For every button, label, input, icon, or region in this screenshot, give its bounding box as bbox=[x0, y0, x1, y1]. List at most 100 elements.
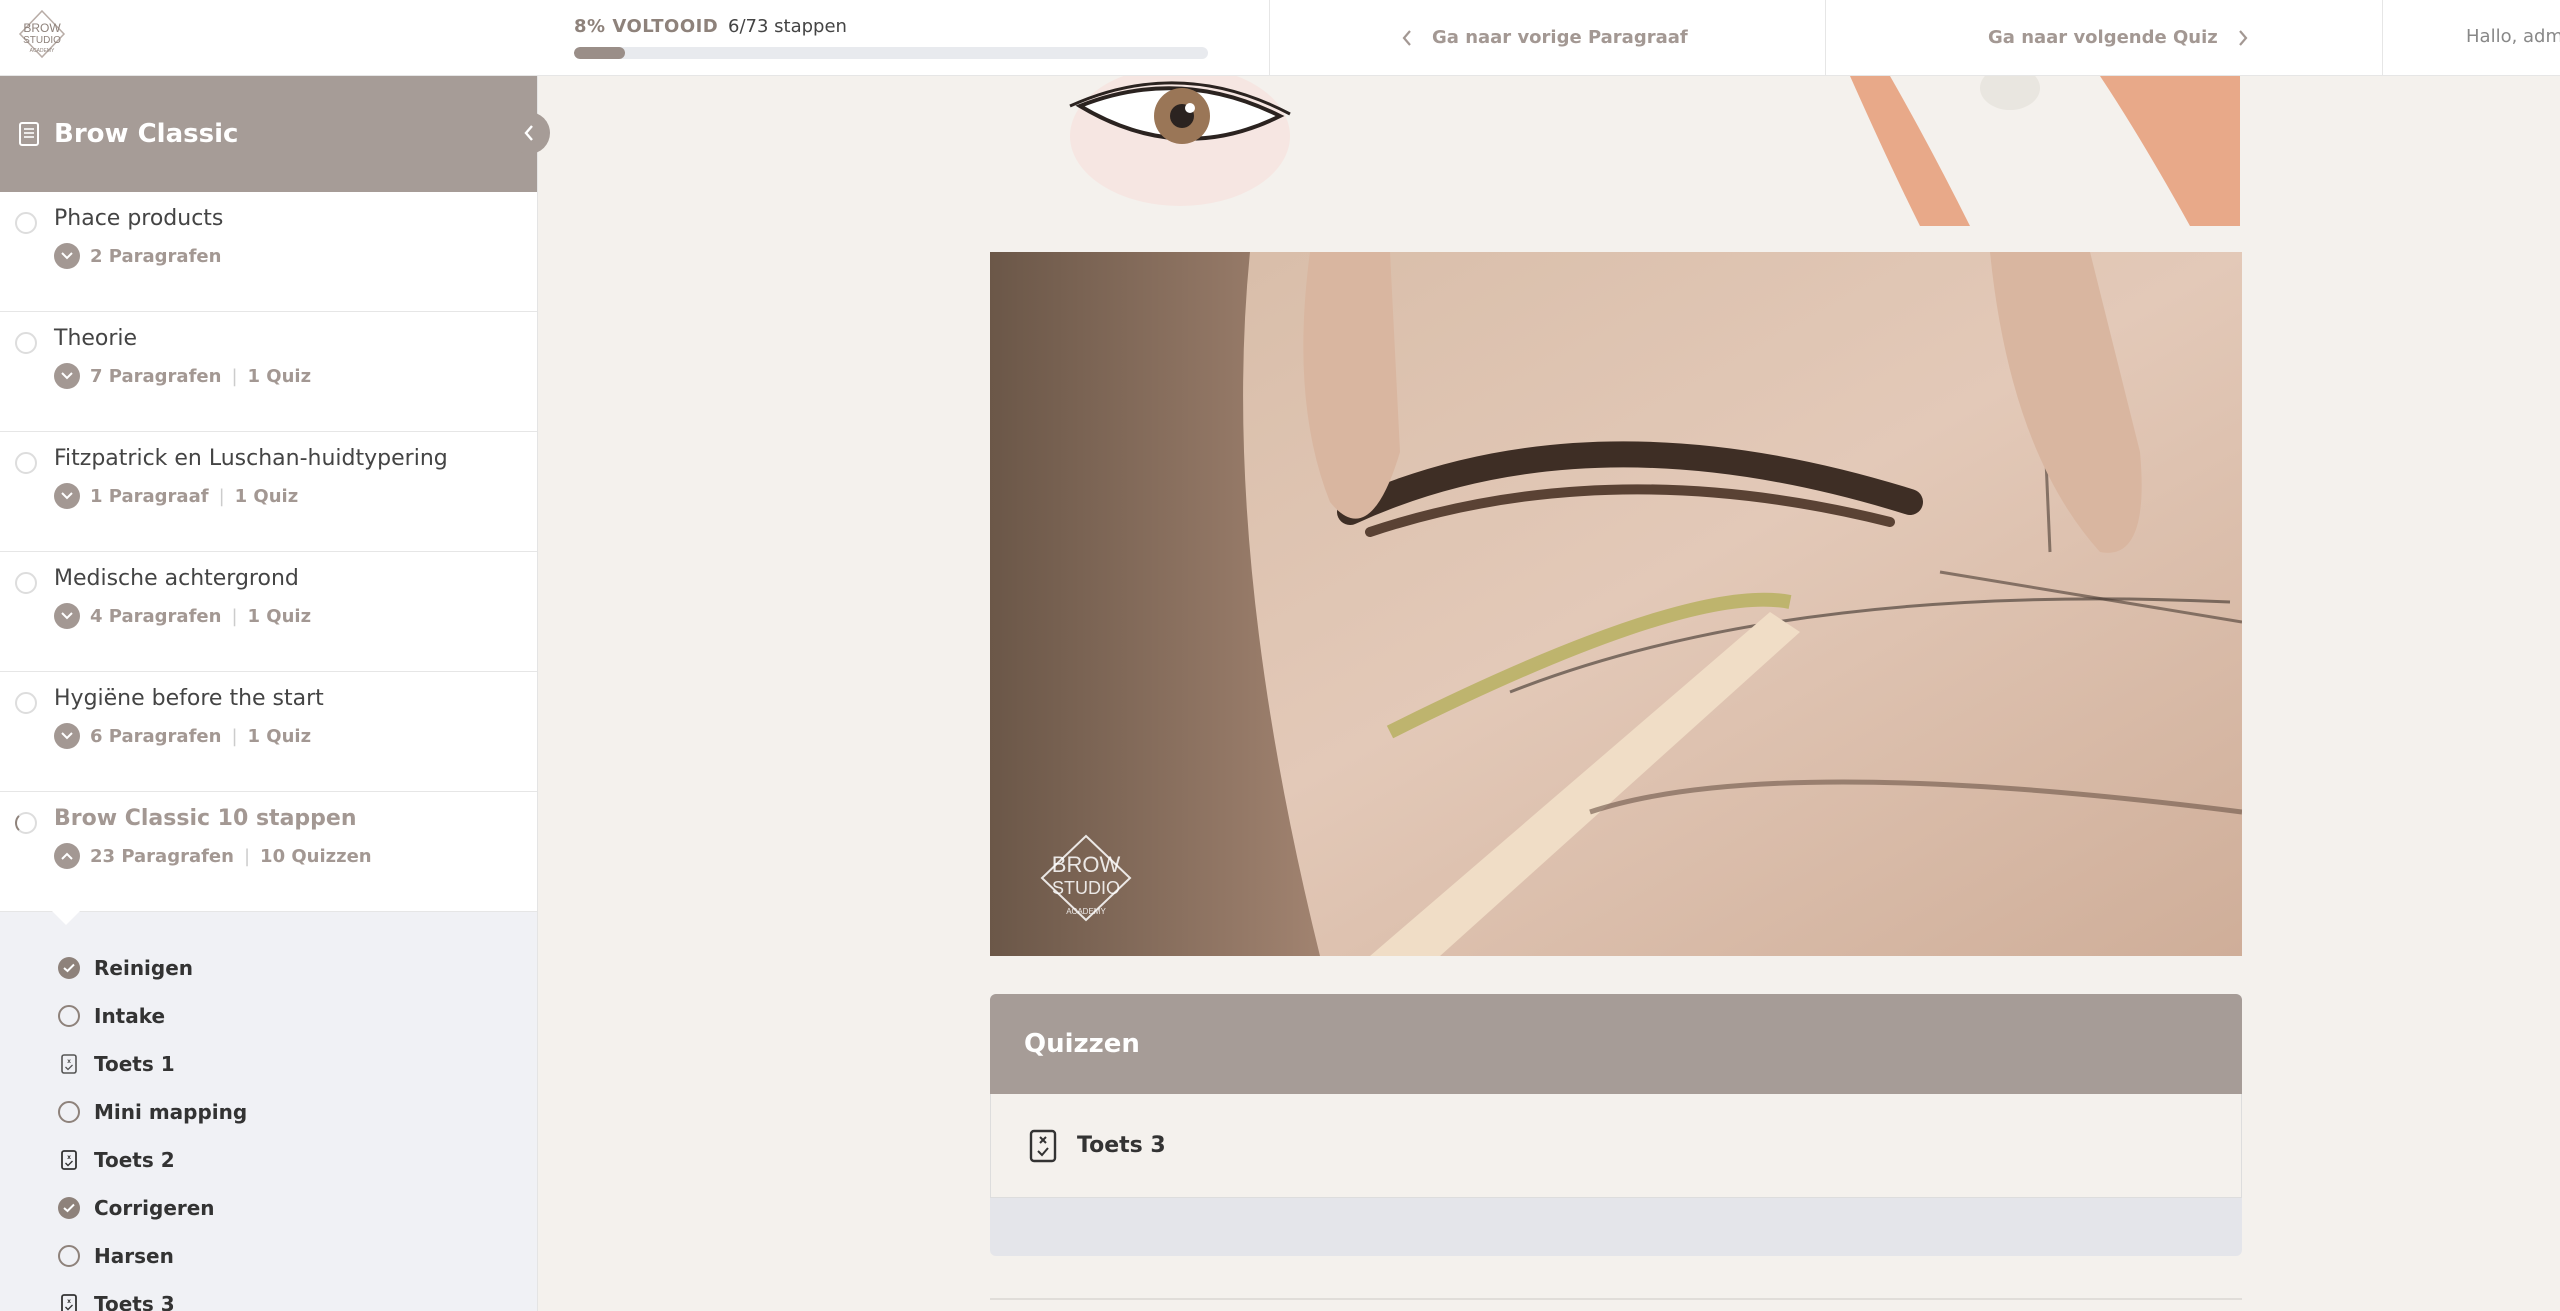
quiz-card: Quizzen Toets 3 bbox=[990, 994, 2242, 1256]
incomplete-circle-icon bbox=[58, 1101, 80, 1123]
section-lesson-count: 23 Paragrafen bbox=[90, 845, 234, 867]
lesson-item[interactable]: Mini mapping bbox=[0, 1088, 537, 1136]
expand-section-icon[interactable] bbox=[54, 483, 80, 509]
section-lesson-list: Reinigen Intake x Toets 1 Mini mapping x… bbox=[0, 912, 537, 1311]
content-divider bbox=[990, 1298, 2242, 1300]
section-fitzpatrick[interactable]: Fitzpatrick en Luschan-huidtypering 1 Pa… bbox=[0, 432, 537, 552]
section-name: Medische achtergrond bbox=[54, 566, 299, 591]
quiz-icon: x bbox=[58, 1053, 80, 1075]
next-quiz-label: Ga naar volgende Quiz bbox=[1988, 27, 2218, 48]
meta-divider: | bbox=[231, 725, 238, 747]
section-quiz-count: 1 Quiz bbox=[247, 725, 312, 747]
lesson-label: Mini mapping bbox=[94, 1100, 248, 1124]
expand-section-icon[interactable] bbox=[54, 363, 80, 389]
section-quiz-count: 1 Quiz bbox=[247, 605, 312, 627]
section-status-icon bbox=[15, 212, 37, 234]
quiz-label: Toets 1 bbox=[94, 1052, 175, 1076]
svg-text:x: x bbox=[67, 1058, 71, 1065]
divider bbox=[1825, 0, 1826, 75]
course-progress: 8% VOLTOOID 6/73 stappen bbox=[574, 16, 1210, 59]
svg-text:x: x bbox=[67, 1154, 71, 1161]
section-status-icon bbox=[15, 332, 37, 354]
next-quiz-button[interactable]: Ga naar volgende Quiz bbox=[1988, 0, 2250, 75]
section-status-icon bbox=[15, 572, 37, 594]
lesson-item[interactable]: Harsen bbox=[0, 1232, 537, 1280]
chevron-left-icon bbox=[524, 125, 533, 141]
svg-text:BROW: BROW bbox=[1052, 852, 1121, 877]
incomplete-circle-icon bbox=[58, 1005, 80, 1027]
quiz-item[interactable]: x Toets 1 bbox=[0, 1040, 537, 1088]
quiz-label: Toets 3 bbox=[94, 1292, 175, 1311]
lesson-label: Reinigen bbox=[94, 956, 194, 980]
divider bbox=[1269, 0, 1270, 75]
incomplete-circle-icon bbox=[58, 1245, 80, 1267]
section-name: Phace products bbox=[54, 206, 224, 231]
quiz-icon: x bbox=[58, 1293, 80, 1311]
meta-divider: | bbox=[218, 485, 225, 507]
lesson-label: Intake bbox=[94, 1004, 166, 1028]
course-title[interactable]: Brow Classic bbox=[54, 119, 238, 149]
quiz-link-label: Toets 3 bbox=[1077, 1133, 1166, 1158]
previous-lesson-button[interactable]: Ga naar vorige Paragraaf bbox=[1400, 0, 1688, 75]
section-lesson-count: 7 Paragrafen bbox=[90, 365, 222, 387]
lesson-item[interactable]: Corrigeren bbox=[0, 1184, 537, 1232]
meta-divider: | bbox=[243, 845, 251, 867]
lesson-item[interactable]: Intake bbox=[0, 992, 537, 1040]
lesson-item[interactable]: Reinigen bbox=[0, 944, 537, 992]
lesson-content: BROW STUDIO ACADEMY Quizzen Toets 3 bbox=[539, 76, 2560, 1311]
section-hygiene[interactable]: Hygiëne before the start 6 Paragrafen | … bbox=[0, 672, 537, 792]
section-phace-products[interactable]: Phace products 2 Paragrafen bbox=[0, 192, 537, 312]
completed-check-icon bbox=[58, 1197, 80, 1219]
section-theorie[interactable]: Theorie 7 Paragrafen | 1 Quiz bbox=[0, 312, 537, 432]
course-book-icon bbox=[19, 122, 39, 146]
quiz-item[interactable]: x Toets 3 bbox=[0, 1280, 537, 1311]
expand-section-icon[interactable] bbox=[54, 243, 80, 269]
progress-fill bbox=[574, 47, 625, 59]
quiz-icon: x bbox=[58, 1149, 80, 1171]
section-quiz-count: 1 Quiz bbox=[234, 485, 299, 507]
course-sidebar: Brow Classic Phace products 2 Paragrafen… bbox=[0, 76, 538, 1311]
collapse-section-icon[interactable] bbox=[54, 843, 80, 869]
completed-check-icon bbox=[58, 957, 80, 979]
section-name: Hygiëne before the start bbox=[54, 686, 324, 711]
progress-bar bbox=[574, 47, 1208, 59]
section-in-progress-icon bbox=[15, 812, 37, 834]
quiz-label: Toets 2 bbox=[94, 1148, 175, 1172]
eyebrow-illustration bbox=[990, 76, 2242, 228]
section-quiz-count: 1 Quiz bbox=[247, 365, 312, 387]
lesson-label: Corrigeren bbox=[94, 1196, 215, 1220]
chevron-left-icon bbox=[1402, 29, 1411, 46]
eyebrow-waxing-photo: BROW STUDIO ACADEMY bbox=[990, 252, 2242, 956]
previous-lesson-label: Ga naar vorige Paragraaf bbox=[1432, 27, 1688, 48]
svg-text:STUDIO: STUDIO bbox=[23, 35, 61, 46]
quiz-card-heading: Quizzen bbox=[990, 994, 2242, 1094]
section-quiz-count: 10 Quizzen bbox=[260, 845, 372, 867]
brow-studio-logo[interactable]: BROW STUDIO ACADEMY bbox=[14, 8, 70, 64]
expand-section-icon[interactable] bbox=[54, 603, 80, 629]
section-brow-classic-10-stappen[interactable]: Brow Classic 10 stappen 23 Paragrafen | … bbox=[0, 792, 537, 925]
quiz-item[interactable]: x Toets 2 bbox=[0, 1136, 537, 1184]
section-lesson-count: 4 Paragrafen bbox=[90, 605, 222, 627]
progress-steps: 6/73 stappen bbox=[728, 16, 847, 37]
svg-text:ACADEMY: ACADEMY bbox=[30, 48, 55, 54]
section-lesson-count: 6 Paragrafen bbox=[90, 725, 222, 747]
section-name: Brow Classic 10 stappen bbox=[54, 806, 357, 831]
section-lesson-count: 1 Paragraaf bbox=[90, 485, 209, 507]
meta-divider: | bbox=[231, 605, 238, 627]
section-medische-achtergrond[interactable]: Medische achtergrond 4 Paragrafen | 1 Qu… bbox=[0, 552, 537, 672]
section-name: Fitzpatrick en Luschan-huidtypering bbox=[54, 446, 448, 471]
svg-text:STUDIO: STUDIO bbox=[1052, 878, 1120, 898]
user-greeting[interactable]: Hallo, adm bbox=[2466, 26, 2560, 47]
quiz-link-toets-3[interactable]: Toets 3 bbox=[990, 1094, 2242, 1198]
quiz-icon bbox=[1029, 1129, 1057, 1162]
sidebar-header: Brow Classic bbox=[0, 76, 537, 192]
meta-divider: | bbox=[231, 365, 238, 387]
chevron-right-icon bbox=[2238, 29, 2248, 46]
collapse-sidebar-button[interactable] bbox=[508, 112, 550, 154]
expand-section-icon[interactable] bbox=[54, 723, 80, 749]
section-lesson-count: 2 Paragrafen bbox=[90, 245, 222, 267]
svg-text:ACADEMY: ACADEMY bbox=[1066, 907, 1106, 916]
section-status-icon bbox=[15, 452, 37, 474]
svg-text:x: x bbox=[67, 1298, 71, 1305]
section-status-icon bbox=[15, 692, 37, 714]
